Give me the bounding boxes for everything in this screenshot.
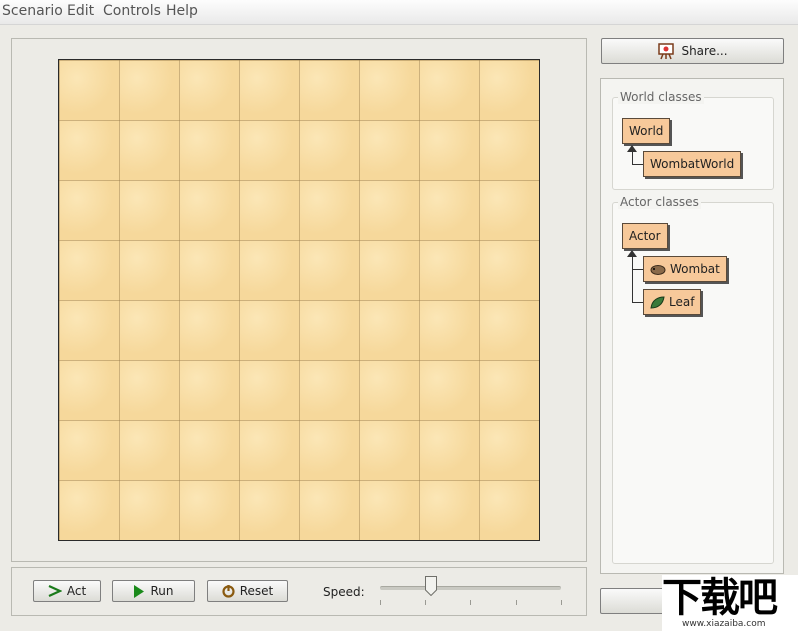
execution-controls: Act Run Reset Speed: [11, 567, 587, 616]
class-leaf[interactable]: Leaf [643, 289, 702, 315]
watermark-url: www.xiazaiba.com [682, 619, 766, 629]
run-label: Run [150, 584, 174, 598]
reset-icon [222, 584, 235, 598]
act-button[interactable]: Act [33, 580, 101, 602]
class-world[interactable]: World [622, 118, 671, 144]
easel-icon [657, 42, 675, 60]
world-classes-title: World classes [618, 90, 704, 104]
wombat-icon [650, 263, 666, 275]
share-button[interactable]: Share... [601, 38, 784, 64]
class-browser: World classes World WombatWorld Actor cl… [600, 78, 784, 574]
menu-help[interactable]: Help [166, 3, 198, 19]
speed-slider-track[interactable] [380, 586, 561, 590]
watermark: 下载吧 www.xiazaiba.com [662, 575, 798, 631]
menu-edit[interactable]: Edit [67, 3, 94, 19]
inheritance-arrow-icon [627, 145, 637, 152]
speed-tick [561, 600, 562, 605]
step-arrow-icon [48, 585, 62, 597]
speed-tick [516, 600, 517, 605]
inheritance-line [632, 302, 643, 303]
inheritance-arrow-icon [627, 250, 637, 257]
class-leaf-label: Leaf [669, 295, 695, 309]
inheritance-line [632, 164, 643, 165]
watermark-text: 下载吧 [662, 575, 778, 621]
class-wombat-label: Wombat [670, 262, 720, 276]
class-wombatworld-label: WombatWorld [650, 157, 735, 171]
actor-classes-title: Actor classes [618, 195, 701, 209]
world-grid[interactable] [58, 59, 540, 541]
speed-tick [470, 600, 471, 605]
menu-bar: Scenario Edit Controls Help [0, 0, 798, 25]
reset-button[interactable]: Reset [207, 580, 288, 602]
class-actor-label: Actor [629, 229, 661, 243]
leaf-icon [650, 295, 665, 309]
compile-button[interactable] [600, 588, 670, 614]
speed-tick [380, 600, 381, 605]
class-wombatworld[interactable]: WombatWorld [643, 151, 742, 177]
reset-label: Reset [239, 584, 274, 598]
actor-classes-group: Actor classes Actor Wombat Leaf [612, 195, 774, 564]
class-actor[interactable]: Actor [622, 223, 668, 249]
world-classes-group: World classes World WombatWorld [612, 90, 774, 190]
inheritance-line [632, 257, 633, 302]
world-view-panel [11, 38, 587, 562]
menu-scenario[interactable]: Scenario [2, 3, 63, 19]
class-world-label: World [629, 124, 664, 138]
inheritance-line [632, 152, 633, 164]
speed-label: Speed: [323, 585, 365, 599]
act-label: Act [66, 584, 87, 598]
play-icon [133, 584, 145, 598]
speed-slider-thumb[interactable] [424, 576, 437, 597]
menu-controls[interactable]: Controls [103, 3, 161, 19]
class-wombat[interactable]: Wombat [643, 256, 727, 282]
speed-tick [425, 600, 426, 605]
inheritance-line [632, 269, 643, 270]
share-label: Share... [681, 44, 728, 58]
run-button[interactable]: Run [112, 580, 195, 602]
